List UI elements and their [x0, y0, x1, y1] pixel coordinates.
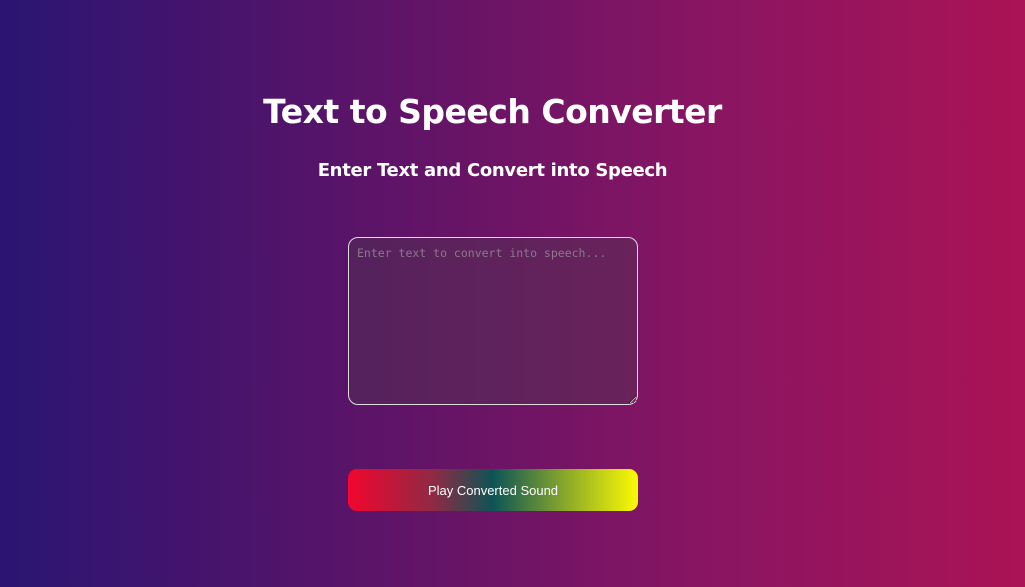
play-sound-button[interactable]: Play Converted Sound — [348, 469, 638, 511]
page-title: Text to Speech Converter — [263, 92, 722, 131]
page-subtitle: Enter Text and Convert into Speech — [317, 160, 668, 181]
text-input[interactable] — [348, 237, 638, 405]
